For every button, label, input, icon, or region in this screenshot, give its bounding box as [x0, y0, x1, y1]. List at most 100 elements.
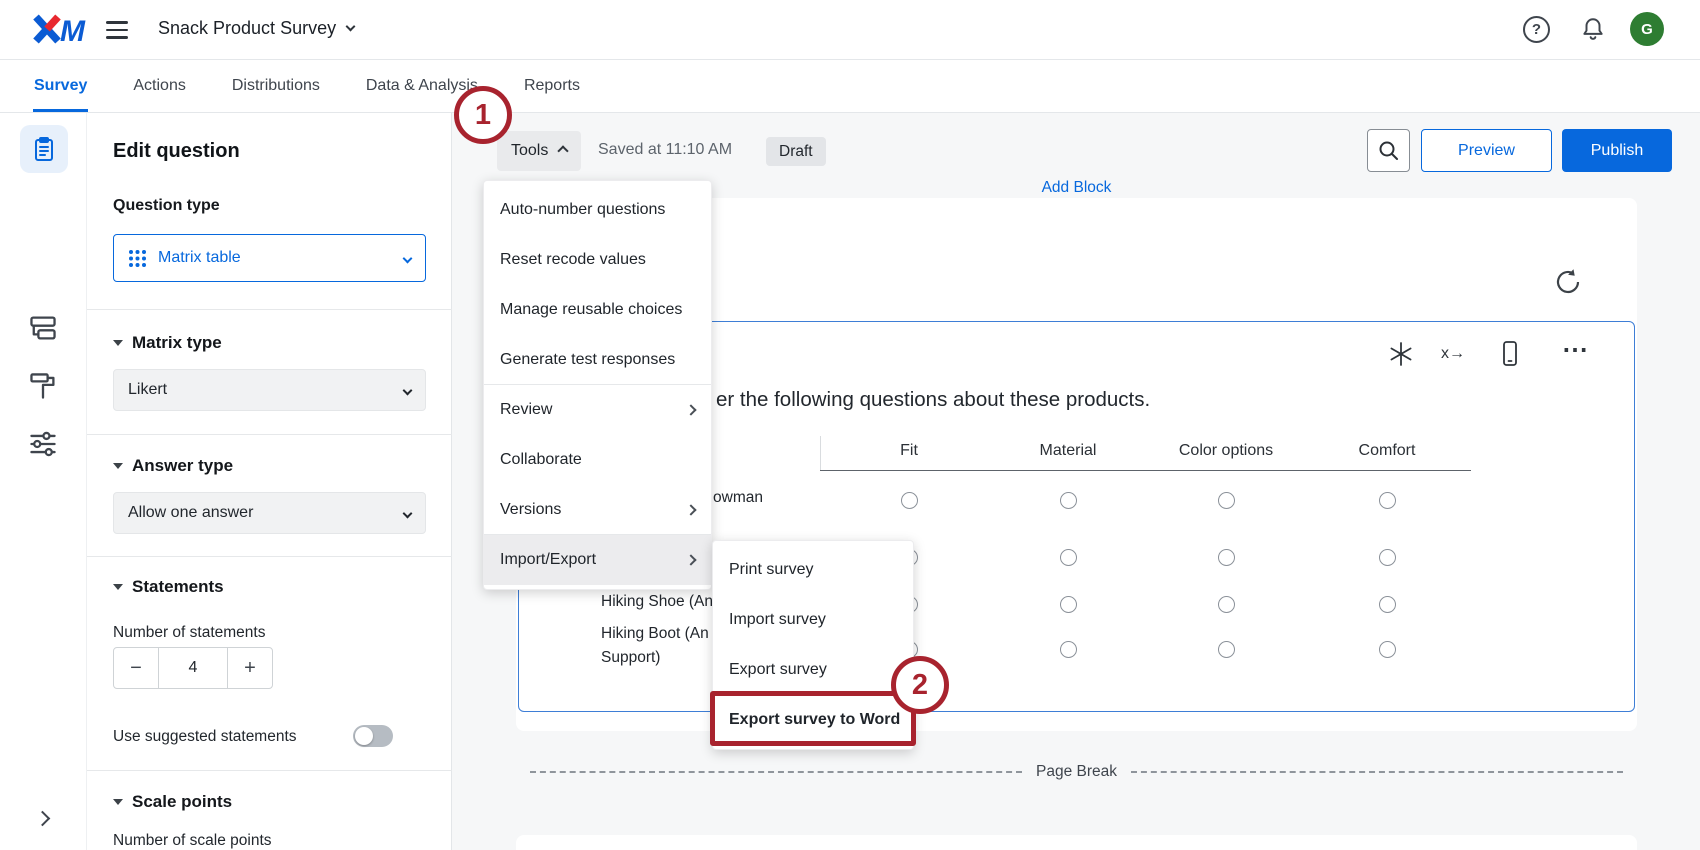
save-status: Saved at 11:10 AM: [598, 141, 732, 159]
search-button[interactable]: [1367, 129, 1410, 172]
matrix-row-label[interactable]: Hiking Shoe (An: [601, 593, 713, 611]
submenu-chevron-icon: [685, 504, 696, 515]
answer-type-value: Allow one answer: [128, 504, 253, 522]
menu-item-export-survey[interactable]: Export survey: [713, 645, 913, 695]
page-break-label: Page Break: [1036, 763, 1117, 781]
radio-option[interactable]: [901, 492, 918, 509]
tools-label: Tools: [511, 142, 548, 160]
menu-item-import-export[interactable]: Import/Export: [484, 535, 711, 585]
radio-option[interactable]: [1060, 549, 1077, 566]
menu-item-label: Versions: [500, 501, 561, 519]
menu-item-import-survey[interactable]: Import survey: [713, 595, 913, 645]
scale-points-section-header[interactable]: Scale points: [113, 792, 232, 812]
matrix-row-label[interactable]: Support): [601, 649, 660, 667]
statements-label: Statements: [132, 577, 224, 597]
menu-item-reset-recode[interactable]: Reset recode values: [484, 235, 711, 285]
radio-option[interactable]: [1060, 641, 1077, 658]
panel-title: Edit question: [113, 140, 240, 163]
radio-option[interactable]: [1218, 641, 1235, 658]
statements-section-header[interactable]: Statements: [113, 577, 224, 597]
increment-button[interactable]: +: [227, 648, 272, 688]
builder-rail: [0, 113, 87, 850]
radio-option[interactable]: [1060, 596, 1077, 613]
edit-question-panel: Edit question Question type Matrix table…: [87, 113, 452, 850]
chevron-down-icon: [346, 22, 356, 32]
radio-option[interactable]: [1218, 492, 1235, 509]
tools-button[interactable]: Tools: [497, 131, 581, 171]
annotation-step-2: 2: [891, 656, 949, 714]
matrix-column-header: Comfort: [1359, 442, 1416, 460]
matrix-column-header: Fit: [900, 442, 918, 460]
question-text[interactable]: er the following questions about these p…: [716, 388, 1150, 412]
table-header-rule: [820, 470, 1471, 471]
chevron-down-icon: [403, 385, 413, 395]
radio-option[interactable]: [1060, 492, 1077, 509]
carry-forward-icon[interactable]: x→: [1441, 345, 1465, 363]
radio-option[interactable]: [1379, 492, 1396, 509]
hamburger-menu-icon[interactable]: [106, 21, 128, 39]
menu-item-reusable-choices[interactable]: Manage reusable choices: [484, 285, 711, 335]
matrix-column-header: Color options: [1179, 442, 1273, 460]
expand-panel-chevron-icon[interactable]: [35, 811, 51, 827]
chevron-up-icon: [558, 145, 569, 156]
annotation-step-1: 1: [454, 86, 512, 144]
survey-flow-icon[interactable]: [28, 313, 58, 343]
publish-button[interactable]: Publish: [1562, 129, 1672, 172]
radio-option[interactable]: [1379, 549, 1396, 566]
tab-actions[interactable]: Actions: [132, 60, 186, 112]
matrix-type-select[interactable]: Likert: [113, 369, 426, 411]
survey-options-icon[interactable]: [28, 429, 58, 459]
survey-title-dropdown[interactable]: Snack Product Survey: [158, 18, 354, 39]
tab-reports[interactable]: Reports: [523, 60, 581, 112]
decrement-button[interactable]: −: [114, 648, 159, 688]
star-icon[interactable]: [1388, 341, 1414, 367]
suggested-statements-toggle[interactable]: [353, 725, 393, 747]
matrix-row-label[interactable]: Hiking Boot (An: [601, 625, 709, 643]
radio-option[interactable]: [1379, 596, 1396, 613]
page-break: Page Break: [516, 762, 1637, 782]
collapse-triangle-icon: [113, 584, 123, 590]
tab-survey[interactable]: Survey: [33, 60, 88, 112]
collapse-triangle-icon: [113, 463, 123, 469]
menu-item-collaborate[interactable]: Collaborate: [484, 435, 711, 485]
qualtrics-survey-builder: M Snack Product Survey ? G Survey Action…: [0, 0, 1700, 850]
question-type-label: Question type: [113, 197, 220, 215]
module-tabs: Survey Actions Distributions Data & Anal…: [0, 60, 1700, 113]
use-suggested-statements-label: Use suggested statements: [113, 728, 297, 746]
question-type-select[interactable]: Matrix table: [113, 234, 426, 282]
question-timing-icon[interactable]: [1553, 267, 1583, 297]
matrix-column-header: Material: [1040, 442, 1097, 460]
notifications-bell-icon[interactable]: [1580, 16, 1606, 42]
tab-distributions[interactable]: Distributions: [231, 60, 321, 112]
mobile-preview-icon[interactable]: [1502, 340, 1518, 367]
help-icon[interactable]: ?: [1523, 16, 1550, 43]
xm-logo-icon: M: [30, 11, 96, 47]
builder-clipboard-icon: [31, 136, 57, 162]
menu-item-review[interactable]: Review: [484, 385, 711, 435]
submenu-chevron-icon: [685, 404, 696, 415]
tools-menu: Auto-number questions Reset recode value…: [483, 180, 712, 590]
radio-option[interactable]: [1218, 596, 1235, 613]
preview-button[interactable]: Preview: [1421, 129, 1552, 172]
submenu-chevron-icon: [685, 554, 696, 565]
builder-tab-active[interactable]: [20, 125, 68, 173]
matrix-type-value: Likert: [128, 381, 167, 399]
search-icon: [1378, 140, 1400, 162]
next-block-container: [516, 835, 1637, 850]
menu-item-test-responses[interactable]: Generate test responses: [484, 335, 711, 385]
answer-type-select[interactable]: Allow one answer: [113, 492, 426, 534]
matrix-type-section-header[interactable]: Matrix type: [113, 333, 222, 353]
radio-option[interactable]: [1379, 641, 1396, 658]
menu-item-auto-number[interactable]: Auto-number questions: [484, 185, 711, 235]
matrix-row-label[interactable]: owman: [713, 489, 763, 507]
radio-option[interactable]: [1218, 549, 1235, 566]
answer-type-section-header[interactable]: Answer type: [113, 456, 233, 476]
menu-item-print-survey[interactable]: Print survey: [713, 545, 913, 595]
number-of-scale-points-label: Number of scale points: [113, 832, 272, 850]
matrix-table-icon: [128, 249, 147, 268]
more-options-icon[interactable]: ⋯: [1562, 334, 1588, 365]
look-and-feel-icon[interactable]: [28, 371, 58, 401]
survey-title: Snack Product Survey: [158, 18, 336, 39]
avatar[interactable]: G: [1630, 12, 1664, 46]
menu-item-versions[interactable]: Versions: [484, 485, 711, 535]
